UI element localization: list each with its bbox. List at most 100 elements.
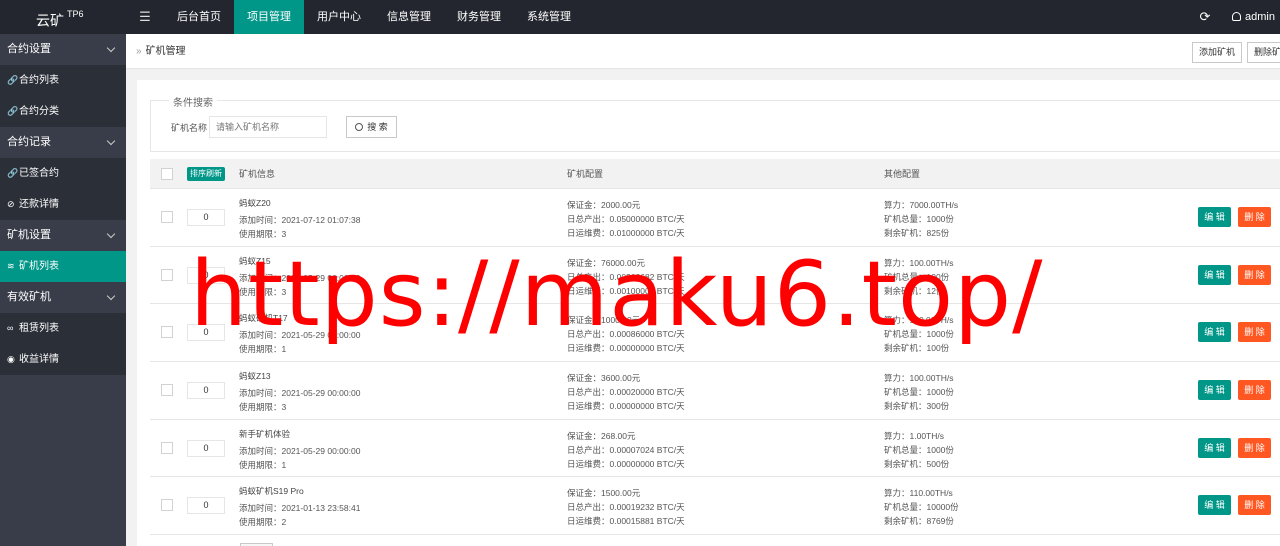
miner-added-time: 添加时间：2021-01-13 23:58:41 xyxy=(239,503,361,514)
top-header: 云矿 TP6 ☰ 后台首页 项目管理 用户中心 信息管理 财务管理 系统管理 ⟳ … xyxy=(0,0,1280,34)
sidebar-group-contract-records[interactable]: 合约记录 xyxy=(0,127,126,158)
sidebar-item-repayment-details[interactable]: ⊘ 还款详情 xyxy=(0,189,126,220)
nav-system-management[interactable]: 系统管理 xyxy=(514,0,584,34)
sidebar-item-contract-list[interactable]: 🔗合约列表 xyxy=(0,65,126,96)
add-miner-button[interactable]: 添加矿机 xyxy=(1192,42,1243,63)
search-legend: 条件搜索 xyxy=(169,94,217,109)
sidebar: 合约设置 🔗合约列表 🔗合约分类 合约记录 🔗已签合约 ⊘ 还款详情 矿机设置 ≋… xyxy=(0,34,126,546)
row-checkbox[interactable] xyxy=(161,441,173,454)
sidebar-group-active-miners[interactable]: 有效矿机 xyxy=(0,282,126,313)
layers-icon: ≋ xyxy=(7,261,15,271)
sidebar-group-label: 矿机设置 xyxy=(7,229,51,241)
miner-total: 矿机总量：1000份 xyxy=(884,387,954,398)
delete-button[interactable]: 删 除 xyxy=(1238,380,1271,401)
sidebar-group-contract-settings[interactable]: 合约设置 xyxy=(0,34,126,65)
search-fieldset: 条件搜索 矿机名称 搜 索 xyxy=(150,94,1280,152)
sidebar-item-contract-category[interactable]: 🔗合约分类 xyxy=(0,96,126,127)
sidebar-item-miner-list[interactable]: ≋ 矿机列表 xyxy=(0,251,126,282)
link-icon: 🔗 xyxy=(7,168,19,178)
sidebar-item-label: 租赁列表 xyxy=(19,323,59,334)
row-checkbox[interactable] xyxy=(161,499,173,512)
table-row: 0 新手矿机体验添加时间：2021-05-29 00:00:00 使用期限：1 保证金… xyxy=(150,419,1280,478)
nav-project-management[interactable]: 项目管理 xyxy=(234,0,304,34)
sidebar-group-label: 合约记录 xyxy=(7,136,51,148)
edit-button[interactable]: 编 辑 xyxy=(1198,437,1231,458)
miner-added-time: 添加时间：2021-05-29 00:00:00 xyxy=(239,445,361,456)
delete-button[interactable]: 删 除 xyxy=(1238,207,1271,227)
edit-button[interactable]: 编 辑 xyxy=(1198,495,1231,516)
delete-miner-button[interactable]: 删除矿 xyxy=(1247,42,1280,63)
table-row: 0 蚂蚁Z13 添加时间：2021-05-29 00:00:00 使用期限：3 保证金：… xyxy=(150,362,1280,420)
miner-daily-output: 日总产出：0.00007024 BTC/天 xyxy=(567,444,685,455)
row-checkbox[interactable] xyxy=(161,211,173,223)
sort-order-input[interactable]: 0 xyxy=(187,382,225,400)
sidebar-item-signed-contracts[interactable]: 🔗已签合约 xyxy=(0,158,126,189)
miner-name: 新手矿机体验 xyxy=(239,428,291,439)
edit-button[interactable]: 编 辑 xyxy=(1198,380,1231,401)
chevron-down-icon xyxy=(106,43,116,53)
chevron-down-icon xyxy=(106,229,116,239)
double-chevron-icon: » xyxy=(136,46,142,57)
nav-info-management[interactable]: 信息管理 xyxy=(374,0,444,34)
delete-button[interactable]: 删 除 xyxy=(1238,322,1271,343)
miner-period: 使用期限：1 xyxy=(239,459,287,470)
table-row: 0 蚂蚁矿机S19 Pro 添加时间：2021-01-13 23:58:41 使用期限… xyxy=(150,477,1280,536)
user-icon xyxy=(1232,12,1241,21)
menu-toggle-icon[interactable]: ☰ xyxy=(126,0,164,34)
watermark-text: https://maku6.top/ xyxy=(190,242,1044,347)
app-logo[interactable]: 云矿 TP6 xyxy=(0,0,126,34)
miner-deposit: 保证金：268.00元 xyxy=(567,430,636,441)
logo-text: 云矿 xyxy=(36,12,64,29)
table-row: 0 蚂蚁Z20 添加时间：2021-07-12 01:07:38 使用期限：3 保证金：… xyxy=(150,189,1280,247)
miner-remaining: 剩余矿机：300份 xyxy=(884,401,950,412)
sort-order-input[interactable]: 0 xyxy=(187,439,225,457)
delete-button[interactable]: 删 除 xyxy=(1238,437,1271,458)
sidebar-item-earnings-details[interactable]: ◉ 收益详情 xyxy=(0,344,126,375)
user-menu[interactable]: admin xyxy=(1232,0,1275,34)
search-button[interactable]: 搜 索 xyxy=(346,116,397,138)
miner-name-input[interactable] xyxy=(209,116,327,138)
miner-remaining: 剩余矿机：8769份 xyxy=(884,516,954,527)
miner-daily-fee: 日运维费：0.00015881 BTC/天 xyxy=(567,516,685,527)
miner-total: 矿机总量：1000份 xyxy=(884,444,954,455)
edit-button[interactable]: 编 辑 xyxy=(1198,264,1231,285)
select-all-checkbox[interactable] xyxy=(161,168,173,180)
column-header-other-config: 其他配置 xyxy=(884,169,921,179)
miner-period: 使用期限：3 xyxy=(239,229,287,239)
infinity-icon: ∞ xyxy=(7,323,14,333)
search-field-label: 矿机名称 xyxy=(171,123,208,133)
miner-daily-fee: 日运维费：0.00000000 BTC/天 xyxy=(567,458,685,469)
sidebar-item-label: 收益详情 xyxy=(19,354,59,365)
user-name: admin xyxy=(1245,11,1275,23)
miner-hashrate: 算力：110.00TH/s xyxy=(884,488,953,499)
delete-button[interactable]: 删 除 xyxy=(1238,495,1271,516)
miner-name: 蚂蚁Z13 xyxy=(239,371,271,382)
link-icon: 🔗 xyxy=(7,75,19,85)
miner-deposit: 保证金：3600.00元 xyxy=(567,373,641,384)
sidebar-group-miner-settings[interactable]: 矿机设置 xyxy=(0,220,126,251)
refresh-icon[interactable]: ⟳ xyxy=(1192,0,1218,34)
row-checkbox[interactable] xyxy=(161,268,173,281)
delete-button[interactable]: 删 除 xyxy=(1238,264,1271,285)
miner-period: 使用期限：2 xyxy=(239,517,287,528)
edit-button[interactable]: 编 辑 xyxy=(1198,322,1231,343)
miner-deposit: 保证金：2000.00元 xyxy=(567,200,641,210)
row-checkbox[interactable] xyxy=(161,384,173,397)
sidebar-item-lease-list[interactable]: ∞ 租赁列表 xyxy=(0,313,126,344)
nav-user-center[interactable]: 用户中心 xyxy=(304,0,374,34)
link-icon: 🔗 xyxy=(7,106,19,116)
row-checkbox[interactable] xyxy=(161,326,173,339)
sort-order-input[interactable]: 0 xyxy=(187,497,225,515)
sort-order-input[interactable]: 0 xyxy=(187,209,225,226)
logo-sup: TP6 xyxy=(67,9,84,19)
sidebar-item-label: 已签合约 xyxy=(19,168,59,179)
sidebar-item-label: 合约分类 xyxy=(19,106,59,117)
miner-added-time: 添加时间：2021-05-29 00:00:00 xyxy=(239,388,361,399)
top-nav: 后台首页 项目管理 用户中心 信息管理 财务管理 系统管理 xyxy=(164,0,584,34)
miner-period: 使用期限：3 xyxy=(239,402,287,413)
sort-refresh-button[interactable]: 排序刷新 xyxy=(187,167,225,181)
miner-daily-output: 日总产出：0.00020000 BTC/天 xyxy=(567,387,685,398)
nav-home[interactable]: 后台首页 xyxy=(164,0,234,34)
edit-button[interactable]: 编 辑 xyxy=(1198,207,1231,227)
nav-finance-management[interactable]: 财务管理 xyxy=(444,0,514,34)
